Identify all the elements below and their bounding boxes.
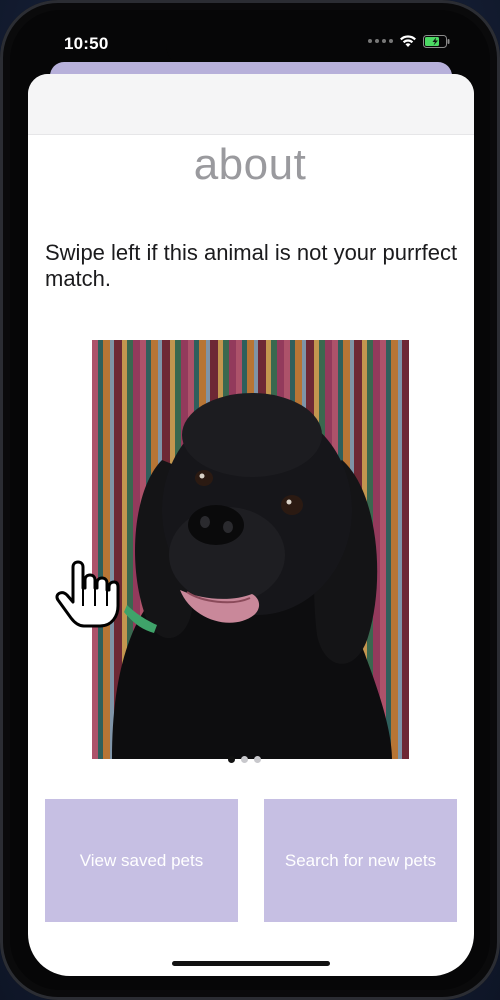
home-indicator[interactable]	[172, 961, 330, 966]
dog-image	[92, 340, 409, 759]
view-saved-pets-button[interactable]: View saved pets	[45, 799, 238, 922]
hand-cursor-icon	[55, 560, 120, 628]
swipe-instruction: Swipe left if this animal is not your pu…	[45, 240, 458, 291]
search-new-pets-button[interactable]: Search for new pets	[264, 799, 457, 922]
pet-photo[interactable]	[92, 340, 409, 759]
cellular-signal-icon	[368, 39, 393, 43]
pager-dot[interactable]	[228, 756, 235, 763]
sheet-header	[28, 74, 474, 135]
wifi-icon	[400, 35, 416, 47]
battery-icon	[423, 34, 450, 48]
status-bar: 10:50	[28, 22, 472, 70]
page-title: about	[193, 140, 307, 189]
pager-dot[interactable]	[254, 756, 261, 763]
phone-frame: 10:50 about Swipe left if this animal is…	[0, 0, 500, 1000]
status-time: 10:50	[64, 34, 109, 53]
pager-dot[interactable]	[241, 756, 248, 763]
carousel-pager	[228, 756, 261, 763]
status-icons	[368, 34, 450, 48]
